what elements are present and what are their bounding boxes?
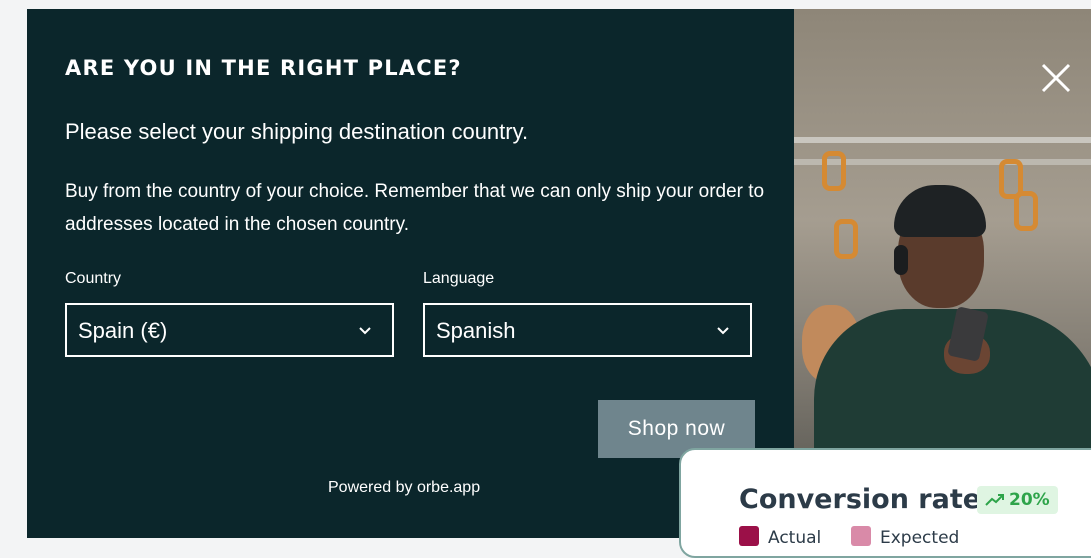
legend-actual: Actual bbox=[739, 526, 821, 548]
country-label: Country bbox=[65, 270, 122, 287]
language-select-value: Spanish bbox=[436, 318, 516, 343]
legend-label-expected: Expected bbox=[880, 528, 960, 548]
legend-expected: Expected bbox=[851, 526, 959, 548]
modal-description: Buy from the country of your choice. Rem… bbox=[65, 181, 765, 235]
conversion-rate-widget: Conversion rate 20% Actual Expected bbox=[679, 448, 1091, 558]
country-select-value: Spain (€) bbox=[78, 318, 168, 343]
legend-swatch-actual bbox=[739, 526, 759, 546]
widget-title: Conversion rate bbox=[739, 484, 982, 515]
growth-badge: 20% bbox=[977, 486, 1058, 514]
modal-subtitle: Please select your shipping destination … bbox=[65, 119, 529, 144]
language-select[interactable]: Spanish bbox=[423, 303, 752, 357]
growth-badge-value: 20% bbox=[1009, 490, 1050, 510]
language-label: Language bbox=[423, 270, 495, 287]
close-icon bbox=[1041, 63, 1071, 93]
chevron-down-icon bbox=[359, 327, 371, 335]
trending-up-icon bbox=[985, 494, 1004, 506]
powered-by-link[interactable]: Powered by orbe.app bbox=[328, 479, 480, 497]
chevron-down-icon bbox=[717, 327, 729, 335]
country-select[interactable]: Spain (€) bbox=[65, 303, 394, 357]
close-button[interactable] bbox=[1039, 61, 1073, 95]
modal-title: ARE YOU IN THE RIGHT PLACE? bbox=[65, 56, 462, 80]
legend-swatch-expected bbox=[851, 526, 871, 546]
legend-label-actual: Actual bbox=[768, 528, 822, 548]
